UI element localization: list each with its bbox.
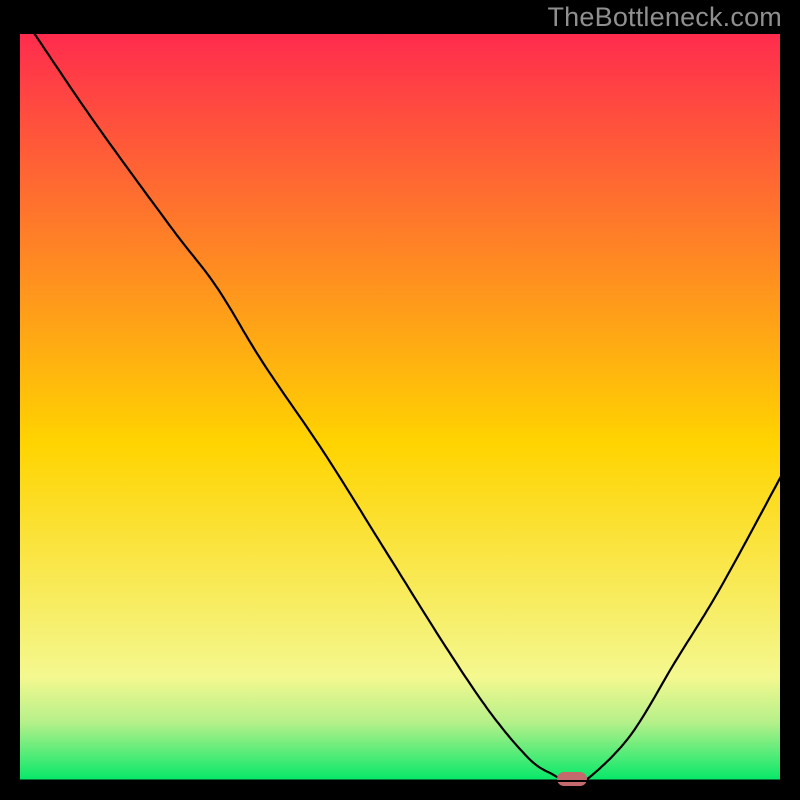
watermark-text: TheBottleneck.com bbox=[547, 2, 782, 33]
plot-frame bbox=[18, 32, 782, 782]
